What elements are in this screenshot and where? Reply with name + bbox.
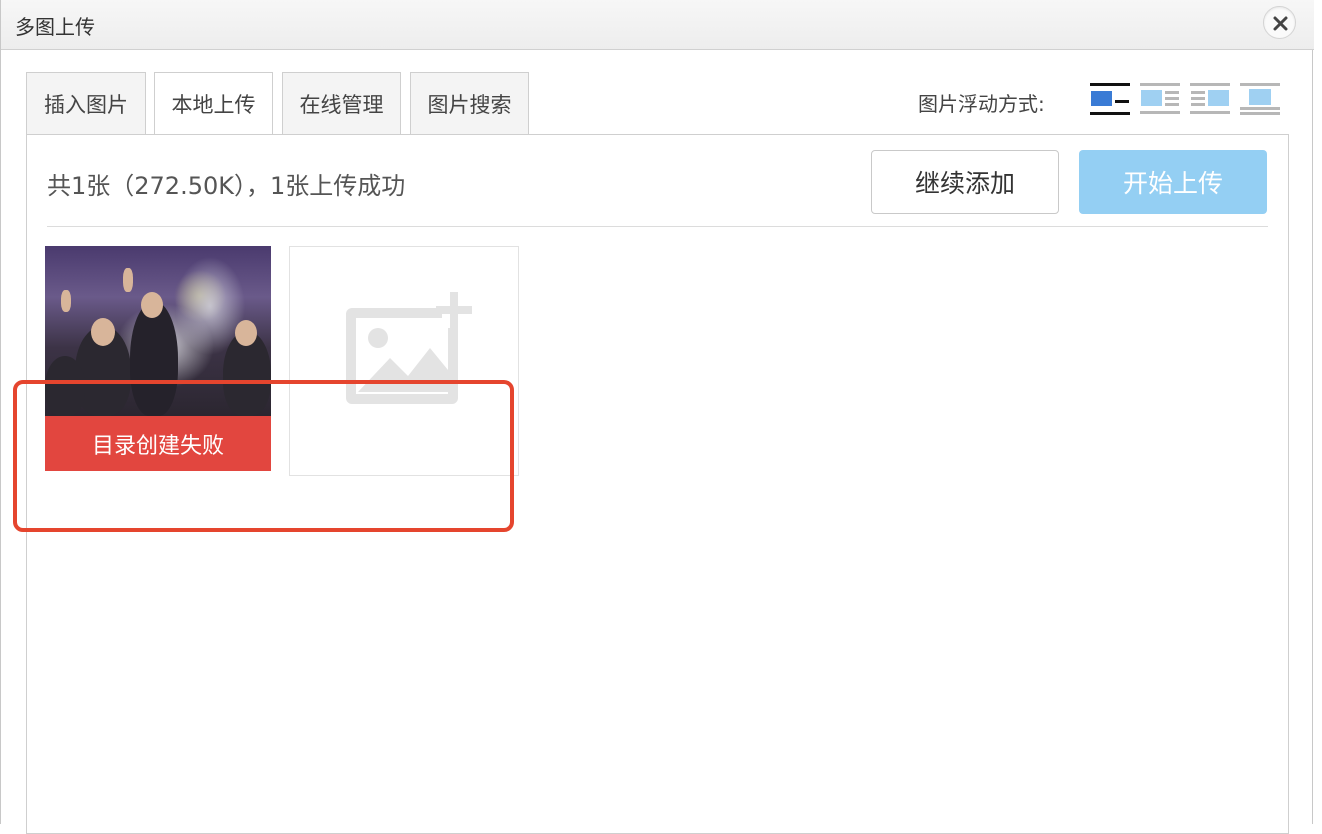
upload-dialog: 多图上传 插入图片 本地上传 在线管理 图片搜索 图片浮动方式: 共1张（272…: [0, 0, 1314, 834]
upload-status-text: 共1张（272.50K），1张上传成功: [47, 172, 406, 200]
float-center-icon[interactable]: [1240, 82, 1280, 116]
tab-label: 插入图片: [44, 92, 128, 117]
tab-insert-image[interactable]: 插入图片: [26, 72, 146, 135]
float-mode-label: 图片浮动方式:: [918, 92, 1045, 116]
float-right-icon[interactable]: [1190, 82, 1230, 116]
float-left-icon[interactable]: [1140, 82, 1180, 116]
close-button[interactable]: [1263, 6, 1296, 39]
tab-local-upload[interactable]: 本地上传: [154, 72, 273, 136]
tab-label: 本地上传: [171, 93, 256, 117]
continue-add-button[interactable]: 继续添加: [871, 150, 1059, 214]
tab-label: 图片搜索: [427, 92, 512, 117]
tab-online-manage[interactable]: 在线管理: [282, 72, 401, 135]
divider: [47, 226, 1268, 227]
dialog-titlebar: 多图上传: [1, 0, 1314, 50]
dialog-title: 多图上传: [15, 15, 95, 39]
float-none-icon[interactable]: [1090, 82, 1130, 116]
tab-image-search[interactable]: 图片搜索: [410, 72, 529, 135]
error-highlight-box: [13, 380, 514, 532]
start-upload-button[interactable]: 开始上传: [1079, 150, 1267, 214]
close-icon: [1273, 16, 1288, 31]
tab-label: 在线管理: [299, 92, 384, 117]
